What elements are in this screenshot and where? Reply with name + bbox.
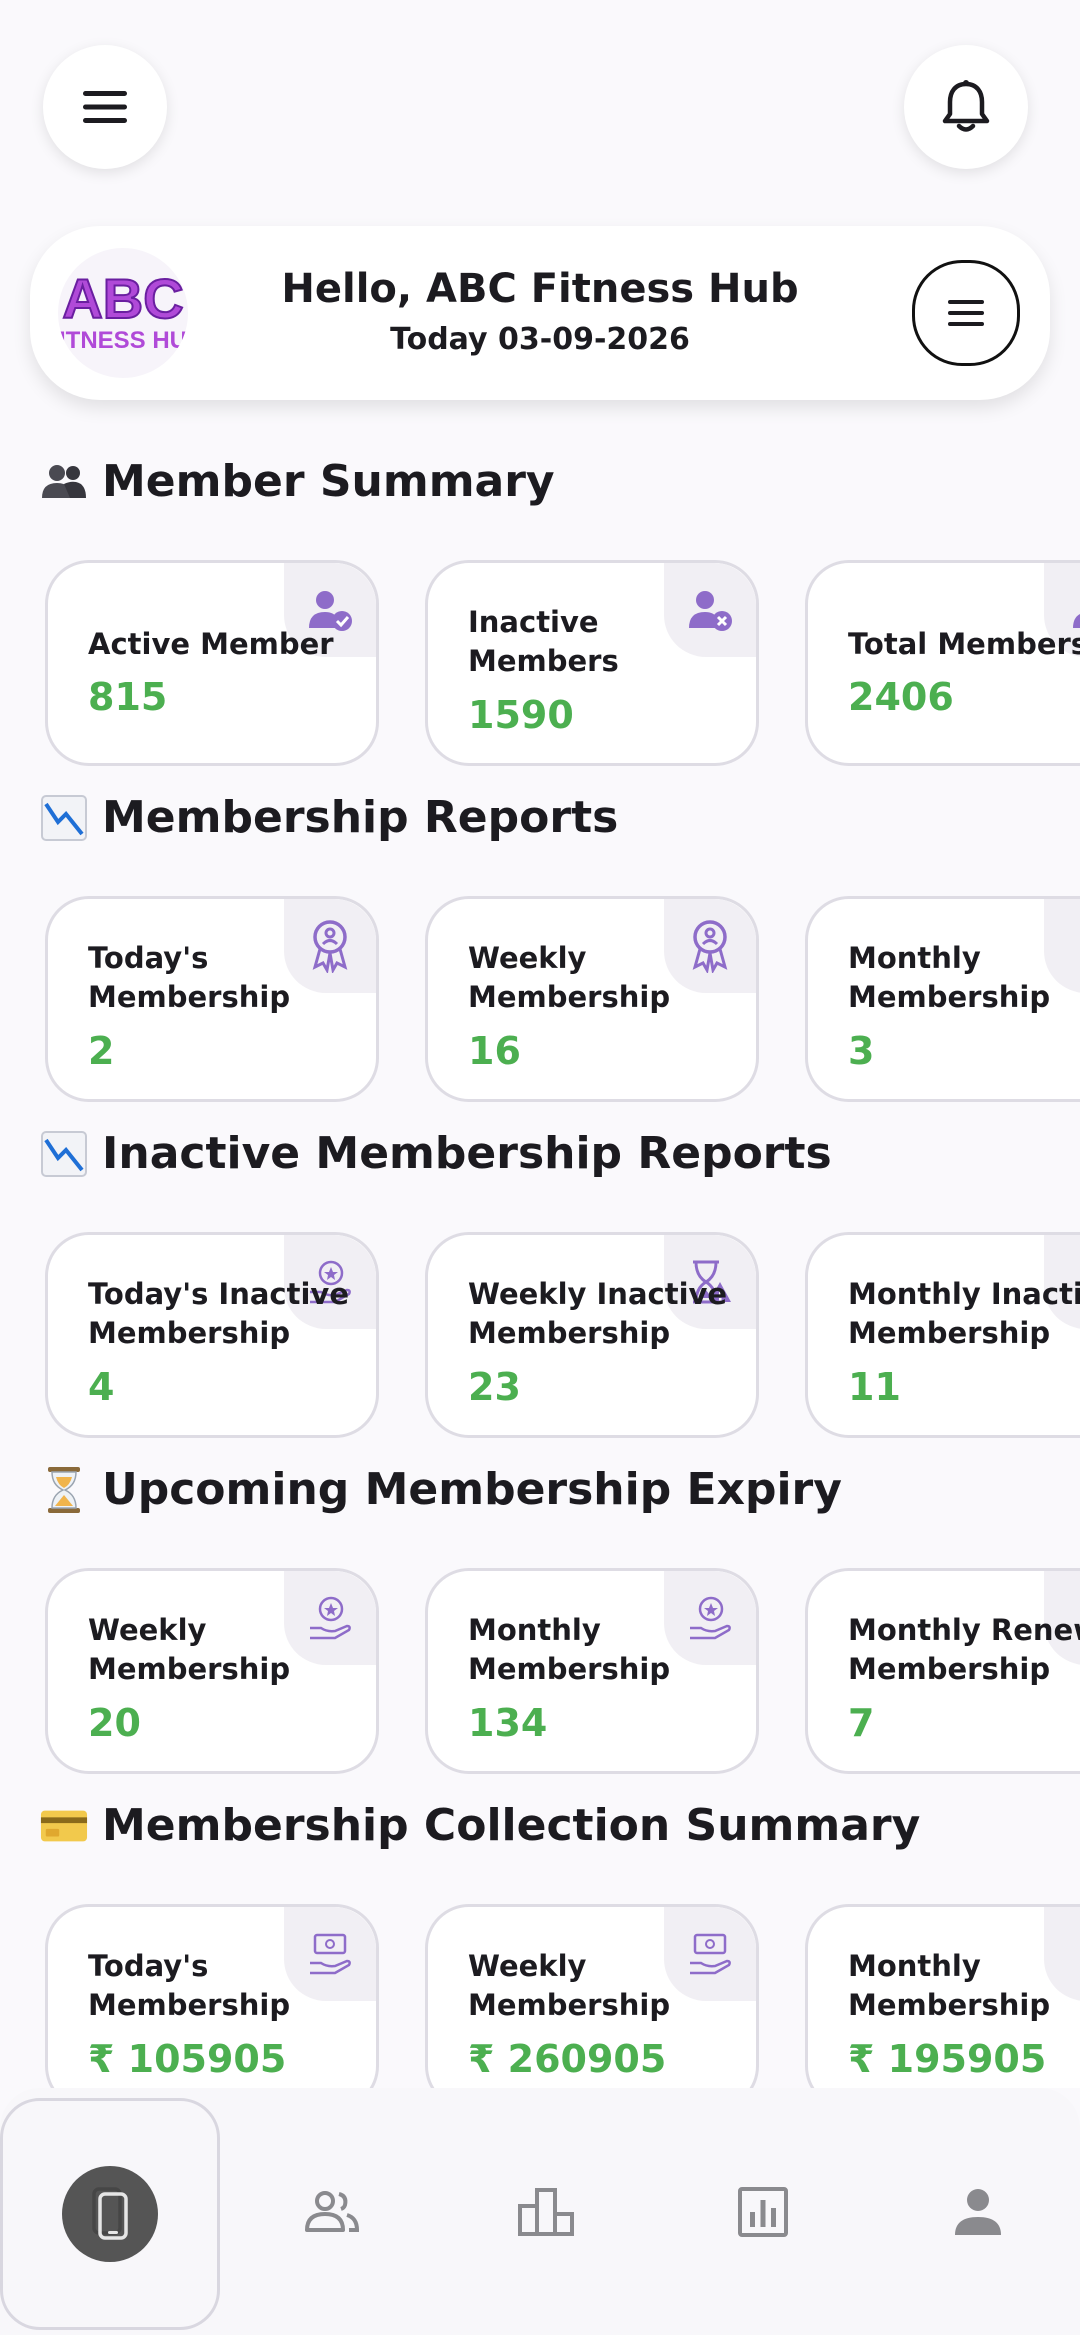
card-label: Weekly Membership Collection [468, 1947, 720, 2025]
card-value: 134 [468, 1701, 548, 1745]
section-title-member-summary: Member Summary [40, 456, 555, 507]
bell-icon [942, 80, 990, 132]
card-value: 2 [88, 1029, 115, 1073]
people-icon [40, 458, 88, 506]
card-value: 1590 [468, 693, 574, 737]
nav-item-reports[interactable] [655, 2088, 871, 2335]
nav-item-profile[interactable] [870, 2088, 1080, 2335]
card-label-text: Weekly Membership Expiry [88, 1613, 291, 1686]
card-value: ₹ 195905 [848, 2037, 1047, 2081]
summary-card-inactive-members[interactable]: Inactive Members 1590 [425, 560, 759, 766]
report-card-weekly[interactable]: Weekly Membership 16 [425, 896, 759, 1102]
options-menu-button[interactable] [912, 260, 1020, 366]
section-title-text: Membership Reports [102, 792, 619, 843]
drawer-menu-button[interactable] [43, 45, 167, 169]
greeting-title: Hello, ABC Fitness Hub [281, 266, 799, 312]
summary-card-total-members[interactable]: Total Members 2406 [805, 560, 1080, 766]
nav-item-dashboard[interactable] [0, 2098, 220, 2330]
section-title-text: Member Summary [102, 456, 555, 507]
card-value: 11 [848, 1365, 901, 1409]
today-date: Today 03-09-2026 [390, 322, 690, 357]
card-label-text: Weekly Membership Collection [468, 1949, 671, 2022]
card-label-text: Today's Membership Collection [88, 1949, 291, 2022]
section-title-upcoming-expiry: Upcoming Membership Expiry [40, 1464, 842, 1515]
report-card-monthly[interactable]: Monthly Membership 3 [805, 896, 1080, 1102]
inactive-card-today[interactable]: Today's Inactive Membership 4 [45, 1232, 379, 1438]
card-value: 23 [468, 1365, 521, 1409]
card-value: 4 [88, 1365, 115, 1409]
card-label: Inactive Members [468, 605, 619, 678]
section-title-text: Upcoming Membership Expiry [102, 1464, 842, 1515]
card-value: 7 [848, 1701, 875, 1745]
hourglass-icon [40, 1466, 88, 1514]
nav-item-members[interactable] [224, 2088, 440, 2335]
card-label: Monthly Inactive Membership [848, 1277, 1080, 1350]
hamburger-icon [948, 300, 984, 326]
card-label: Active Member [88, 627, 334, 661]
people-icon [305, 2190, 360, 2232]
inactive-card-weekly[interactable]: Weekly Inactive Membership 23 [425, 1232, 759, 1438]
expiry-card-monthly[interactable]: Monthly Membership Expiry 134 [425, 1568, 759, 1774]
card-label: Weekly Inactive Membership [468, 1277, 728, 1350]
card-value: 815 [88, 675, 168, 719]
card-value: 2406 [848, 675, 954, 719]
bottom-navigation [0, 2088, 1080, 2335]
greeting-card: ABC ITNESS HU Hello, ABC Fitness Hub Tod… [30, 226, 1050, 400]
section-title-text: Inactive Membership Reports [102, 1128, 832, 1179]
bar-chart-icon [738, 2186, 788, 2237]
expiry-card-renewal[interactable]: Monthly Renewal Membership 7 [805, 1568, 1080, 1774]
chart-down-icon [40, 794, 88, 842]
notifications-button[interactable] [904, 45, 1028, 169]
member-summary-cards[interactable]: Active Member 815 Inactive Members 1590 … [45, 560, 1080, 772]
collection-card-today[interactable]: Today's Membership Collection ₹ 105905 [45, 1904, 379, 2088]
card-label: Total Members [848, 627, 1080, 661]
section-title-collection-summary: Membership Collection Summary [40, 1800, 920, 1851]
credit-card-icon [40, 1802, 88, 1850]
membership-report-cards[interactable]: Today's Membership 2 Weekly Membership 1… [45, 896, 1080, 1108]
expiry-cards[interactable]: Weekly Membership Expiry 20 Monthly Memb… [45, 1568, 1080, 1780]
card-value: 3 [848, 1029, 875, 1073]
person-icon [955, 2188, 1001, 2235]
inactive-card-monthly[interactable]: Monthly Inactive Membership 11 [805, 1232, 1080, 1438]
chart-down-icon [40, 1130, 88, 1178]
hamburger-icon [83, 91, 127, 123]
podium-icon [518, 2187, 574, 2236]
card-value: ₹ 105905 [88, 2037, 287, 2081]
phone-icon [92, 2187, 128, 2240]
collection-card-monthly[interactable]: Monthly Membership Collection ₹ 195905 [805, 1904, 1080, 2088]
section-title-membership-reports: Membership Reports [40, 792, 618, 843]
nav-item-leaderboard[interactable] [438, 2088, 654, 2335]
collection-card-weekly[interactable]: Weekly Membership Collection ₹ 260905 [425, 1904, 759, 2088]
card-label: Today's Membership Collection [88, 1947, 340, 2025]
card-label: Monthly Membership [848, 941, 1051, 1014]
card-label: Monthly Membership Expiry [468, 1611, 720, 1689]
card-label: Today's Membership [88, 941, 291, 1014]
report-card-today[interactable]: Today's Membership 2 [45, 896, 379, 1102]
card-value: ₹ 260905 [468, 2037, 667, 2081]
section-title-inactive-reports: Inactive Membership Reports [40, 1128, 832, 1179]
card-label: Today's Inactive Membership [88, 1277, 349, 1350]
expiry-card-weekly[interactable]: Weekly Membership Expiry 20 [45, 1568, 379, 1774]
card-value: 16 [468, 1029, 521, 1073]
inactive-report-cards[interactable]: Today's Inactive Membership 4 Weekly Ina… [45, 1232, 1080, 1444]
card-label: Weekly Membership Expiry [88, 1611, 340, 1689]
card-label: Monthly Renewal Membership [848, 1613, 1080, 1686]
card-label: Weekly Membership [468, 941, 671, 1014]
card-label: Monthly Membership Collection [848, 1947, 1080, 2025]
summary-card-active-members[interactable]: Active Member 815 [45, 560, 379, 766]
collection-cards[interactable]: Today's Membership Collection ₹ 105905 W… [45, 1904, 1080, 2088]
card-label-text: Monthly Membership Collection [848, 1949, 1051, 2022]
nav-active-indicator [62, 2166, 158, 2262]
card-label-text: Monthly Membership Expiry [468, 1613, 671, 1686]
section-title-text: Membership Collection Summary [102, 1800, 921, 1851]
card-value: 20 [88, 1701, 141, 1745]
